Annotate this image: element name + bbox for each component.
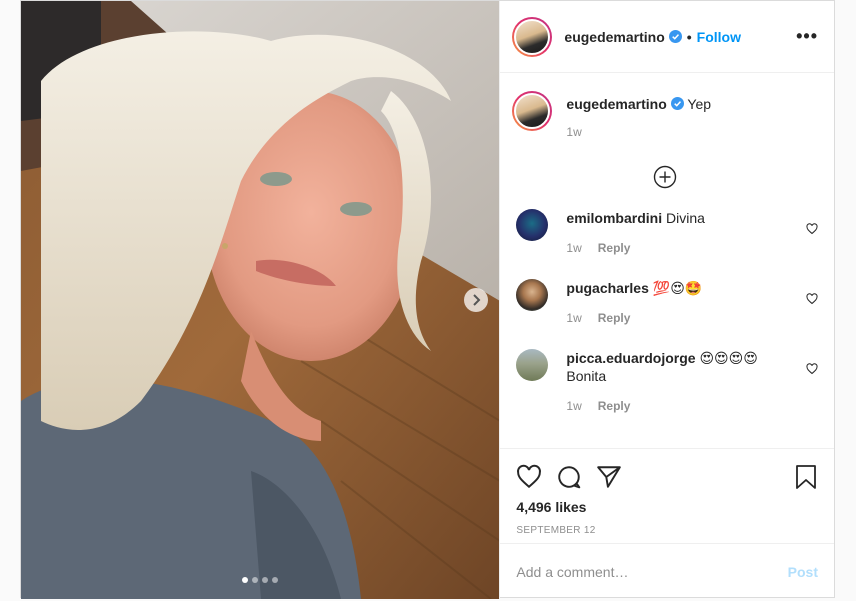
comment-meta: 1w Reply <box>566 309 818 327</box>
save-bookmark-icon[interactable] <box>794 464 818 490</box>
post-header: eugedemartino • Follow ••• <box>500 1 834 73</box>
author-avatar[interactable] <box>512 16 553 57</box>
load-more-comments-icon[interactable] <box>653 165 677 189</box>
caption-time[interactable]: 1w <box>566 123 581 141</box>
share-paper-plane-icon[interactable] <box>596 464 622 490</box>
chevron-right-icon <box>473 294 481 306</box>
comment-time[interactable]: 1w <box>566 239 581 257</box>
comment-input[interactable] <box>516 563 788 580</box>
comment-body: pugacharles 💯😍🤩 1w Reply <box>566 279 818 327</box>
author-username[interactable]: eugedemartino <box>564 29 664 45</box>
comment-time[interactable]: 1w <box>566 309 581 327</box>
comment-body: picca.eduardojorge 😍😍😍😍 Bonita 1w Reply <box>566 349 818 415</box>
comment-meta: 1w Reply <box>566 397 818 415</box>
post-media[interactable] <box>21 1 500 599</box>
post-sidebar: eugedemartino • Follow ••• eugedemartino… <box>499 1 834 599</box>
commenter-avatar[interactable] <box>516 279 549 311</box>
comment-item: pugacharles 💯😍🤩 1w Reply <box>512 269 818 339</box>
dot-separator: • <box>686 28 692 45</box>
instagram-post: eugedemartino • Follow ••• eugedemartino… <box>20 0 835 599</box>
carousel-indicator <box>242 577 278 583</box>
comments-section: eugedemartino Yep 1w emilombardini Divin… <box>500 73 834 448</box>
carousel-dot <box>262 577 268 583</box>
comment-text: Divina <box>665 210 705 226</box>
reply-button[interactable]: Reply <box>598 309 631 327</box>
caption-username[interactable]: eugedemartino <box>566 96 666 112</box>
like-comment-heart-icon[interactable] <box>806 223 818 235</box>
comment-username[interactable]: pugacharles <box>566 280 648 296</box>
carousel-dot <box>242 577 248 583</box>
next-photo-button[interactable] <box>464 288 488 312</box>
more-options-icon[interactable]: ••• <box>796 26 818 47</box>
comment-text: 💯😍🤩 <box>652 280 703 296</box>
caption-meta: 1w <box>566 123 818 141</box>
comment-item: emilombardini Divina 1w Reply <box>512 199 818 269</box>
carousel-dot <box>252 577 258 583</box>
post-date[interactable]: SEPTEMBER 12 <box>516 525 818 536</box>
post-actions: 4,496 likes SEPTEMBER 12 <box>500 448 834 543</box>
post-caption: eugedemartino Yep 1w <box>512 73 818 141</box>
author-avatar[interactable] <box>512 91 553 131</box>
commenter-avatar[interactable] <box>516 209 549 241</box>
comment-item: picca.eduardojorge 😍😍😍😍 Bonita 1w Reply <box>512 339 818 427</box>
post-comment-button[interactable]: Post <box>788 564 818 580</box>
carousel-dot <box>272 577 278 583</box>
comment-body: emilombardini Divina 1w Reply <box>566 209 818 257</box>
comment-meta: 1w Reply <box>566 239 818 257</box>
like-count[interactable]: 4,496 likes <box>516 499 818 515</box>
comment-text-line-2: Bonita <box>566 368 607 384</box>
caption-body: eugedemartino Yep 1w <box>566 91 818 141</box>
comment-text: 😍😍😍😍 <box>699 350 758 366</box>
like-comment-heart-icon[interactable] <box>806 363 818 375</box>
action-icons <box>516 457 818 497</box>
post-photo <box>21 1 500 599</box>
like-comment-heart-icon[interactable] <box>806 293 818 305</box>
author-info: eugedemartino • Follow <box>564 29 741 45</box>
commenter-avatar[interactable] <box>516 349 549 381</box>
comment-username[interactable]: emilombardini <box>566 210 662 226</box>
follow-button[interactable]: Follow <box>697 29 741 45</box>
caption-text: Yep <box>687 96 712 112</box>
reply-button[interactable]: Reply <box>598 397 631 415</box>
comment-time[interactable]: 1w <box>566 397 581 415</box>
comment-bubble-icon[interactable] <box>556 464 582 490</box>
verified-badge-icon <box>668 30 682 43</box>
like-heart-icon[interactable] <box>516 464 542 490</box>
verified-badge-icon <box>670 97 684 110</box>
comment-username[interactable]: picca.eduardojorge <box>566 350 695 366</box>
add-comment-bar: Post <box>500 543 834 599</box>
reply-button[interactable]: Reply <box>598 239 631 257</box>
